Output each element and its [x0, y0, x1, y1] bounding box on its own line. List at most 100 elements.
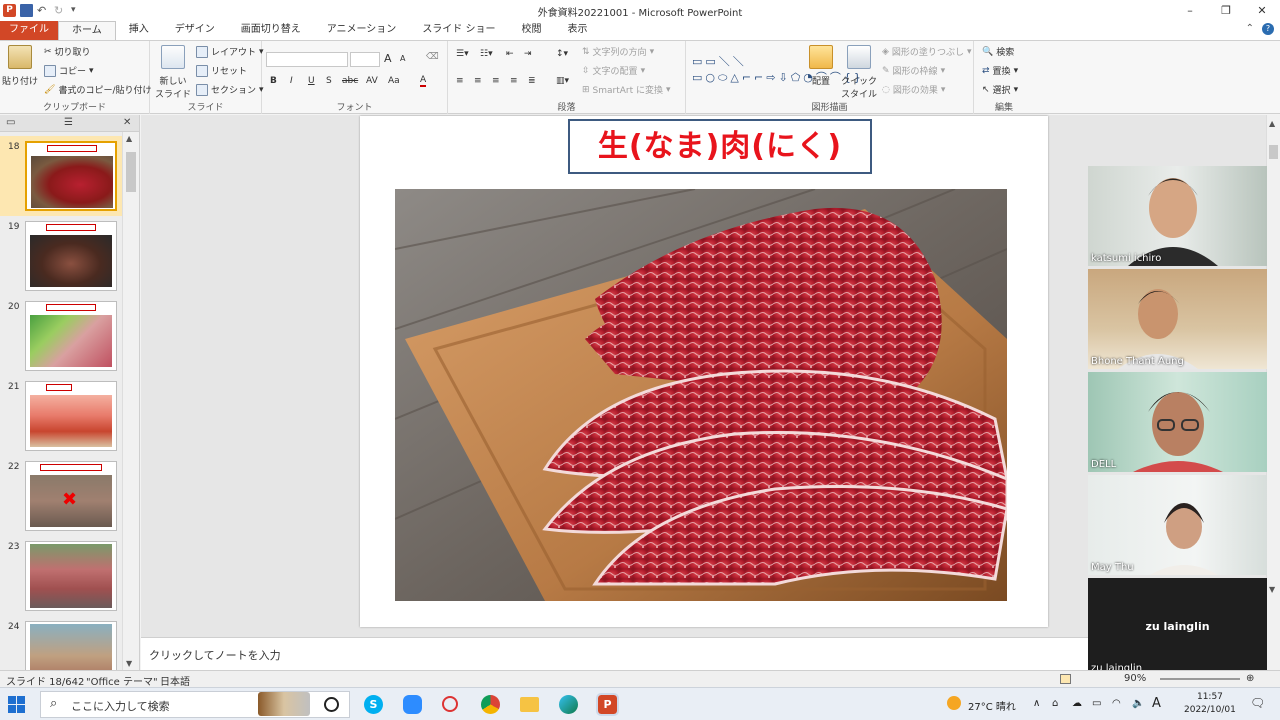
text-direction-button[interactable]: ⇅ 文字列の方向 ▾ [582, 45, 654, 59]
quick-styles-button[interactable]: クイック スタイル [840, 45, 878, 100]
bullets-button[interactable]: ☰▾ [456, 49, 469, 59]
columns-button[interactable]: ▥▾ [556, 76, 569, 86]
smartart-button[interactable]: ⊞ SmartArt に変換 ▾ [582, 83, 671, 97]
tab-slideshow[interactable]: スライド ショー [409, 21, 508, 40]
thumbnail-scrollbar[interactable]: ▲ ▼ [122, 132, 139, 670]
snipping-tool-icon[interactable] [442, 696, 458, 712]
participant-video-tile[interactable]: DELL [1088, 372, 1267, 472]
arrange-button[interactable]: 配置 [806, 45, 836, 87]
grow-font-button[interactable]: A [384, 52, 392, 65]
normal-view-icon[interactable] [1060, 674, 1071, 684]
tab-insert[interactable]: 挿入 [116, 21, 162, 40]
slides-tab-icon[interactable]: ▭ [6, 117, 15, 128]
participant-video-tile[interactable]: Bhone Thant Aung [1088, 269, 1267, 369]
zoom-app-icon[interactable] [403, 695, 422, 714]
restore-button[interactable]: ❐ [1208, 0, 1244, 21]
layout-button[interactable]: レイアウト ▾ [196, 45, 264, 58]
tab-file[interactable]: ファイル [0, 21, 58, 40]
help-icon[interactable]: ? [1262, 23, 1274, 35]
strikethrough-button[interactable]: abc [342, 76, 358, 86]
copy-button[interactable]: コピー ▾ [44, 64, 94, 77]
new-slide-button[interactable]: 新しい スライド [154, 45, 192, 100]
slide-thumbnail[interactable]: 22 ✖ [0, 456, 122, 536]
participant-video-tile[interactable]: zu lainglin zu lainglin [1088, 578, 1267, 676]
cut-button[interactable]: ✂ 切り取り [44, 45, 91, 59]
zoom-level[interactable]: 90% [1124, 673, 1146, 684]
distribute-button[interactable]: ≣ [528, 76, 536, 86]
select-button[interactable]: ↖ 選択 ▾ [982, 83, 1018, 97]
participant-video-tile[interactable]: katsumi ichiro [1088, 166, 1267, 266]
close-button[interactable]: ✕ [1244, 0, 1280, 21]
ime-mode[interactable]: A [1152, 696, 1161, 711]
system-clock[interactable]: 11:57 2022/10/01 [1184, 691, 1236, 717]
italic-button[interactable]: I [290, 76, 293, 86]
weather-sun-icon[interactable] [947, 696, 961, 710]
tab-design[interactable]: デザイン [162, 21, 228, 40]
windows-start-icon[interactable] [8, 696, 25, 713]
volume-icon[interactable]: 🔈 [1132, 698, 1144, 709]
clear-format-icon[interactable]: ⌫ [426, 52, 439, 62]
language-indicator[interactable]: 日本語 [160, 673, 190, 688]
increase-indent-button[interactable]: ⇥ [524, 49, 532, 59]
file-explorer-icon[interactable] [520, 697, 539, 712]
chrome-icon[interactable] [481, 695, 500, 714]
wifi-icon[interactable]: ◠ [1112, 698, 1121, 709]
slide-title[interactable]: 生(なま)肉(にく) [568, 119, 872, 174]
underline-button[interactable]: U [308, 76, 315, 86]
tab-view[interactable]: 表示 [555, 21, 601, 40]
scroll-up-icon[interactable]: ▲ [126, 134, 132, 143]
section-button[interactable]: セクション ▾ [196, 83, 264, 96]
slide-thumbnail[interactable]: 21 [0, 376, 122, 456]
slide-thumbnail[interactable]: 20 [0, 296, 122, 376]
align-right-button[interactable]: ≡ [492, 76, 500, 86]
outline-tab-icon[interactable]: ☰ [64, 117, 73, 128]
replace-button[interactable]: ⇄ 置換 ▾ [982, 64, 1018, 78]
scroll-thumb[interactable] [1269, 145, 1278, 159]
skype-icon[interactable]: S [364, 695, 383, 714]
raw-meat-photo[interactable] [395, 189, 1007, 601]
justify-button[interactable]: ≡ [510, 76, 518, 86]
minimize-button[interactable]: – [1172, 0, 1208, 21]
line-spacing-button[interactable]: ↕▾ [556, 49, 568, 59]
edge-icon[interactable] [559, 695, 578, 714]
char-spacing-button[interactable]: AV [366, 76, 378, 86]
align-text-button[interactable]: ⇳ 文字の配置 ▾ [582, 64, 645, 78]
redo-icon[interactable]: ↻ [54, 4, 67, 17]
participant-video-tile[interactable]: May Thu [1088, 475, 1267, 575]
find-button[interactable]: 🔍 検索 [982, 45, 1014, 59]
tab-transitions[interactable]: 画面切り替え [228, 21, 314, 40]
numbering-button[interactable]: ☷▾ [480, 49, 493, 59]
align-left-button[interactable]: ≡ [456, 76, 464, 86]
tab-review[interactable]: 校閲 [509, 21, 555, 40]
paste-button[interactable]: 貼り付け [2, 45, 38, 87]
undo-icon[interactable]: ↶ [37, 4, 50, 17]
weather-text[interactable]: 27°C 晴れ [968, 698, 1016, 713]
scroll-up-icon[interactable]: ▲ [1269, 119, 1275, 128]
coffee-teapot-widget-icon[interactable] [258, 692, 310, 716]
cortana-icon[interactable] [324, 697, 339, 712]
show-hidden-icons[interactable]: ∧ [1033, 698, 1040, 709]
align-center-button[interactable]: ≡ [474, 76, 482, 86]
current-slide[interactable]: 生(なま)肉(にく) [360, 116, 1048, 627]
bold-button[interactable]: B [270, 76, 277, 86]
zoom-in-icon[interactable]: ⊕ [1246, 673, 1254, 684]
slide-thumbnail[interactable]: 24 [0, 616, 122, 670]
close-panel-icon[interactable]: ✕ [123, 117, 131, 128]
notes-pane[interactable]: クリックしてノートを入力 [141, 637, 1088, 670]
tab-animations[interactable]: アニメーション [314, 21, 410, 40]
onedrive-icon[interactable]: ☁ [1072, 698, 1082, 709]
shapes-gallery[interactable]: ▭▭＼＼▭○⬭△⌐⌐⇨⇩⬠◔⌒⌒{} [692, 44, 861, 96]
shape-effects-button[interactable]: ◌ 図形の効果 ▾ [882, 83, 945, 97]
change-case-button[interactable]: Aa [388, 76, 400, 86]
powerpoint-taskbar-icon[interactable]: P [596, 693, 619, 716]
network-icon[interactable]: ⌂ [1052, 698, 1058, 709]
zoom-slider[interactable] [1160, 678, 1240, 680]
slide-thumbnail[interactable]: 23 [0, 536, 122, 616]
customize-qat-icon[interactable]: ▾ [71, 4, 84, 17]
font-name-combo[interactable] [266, 52, 348, 67]
minimize-ribbon-icon[interactable]: ⌃ [1246, 23, 1254, 35]
font-size-combo[interactable] [350, 52, 380, 67]
scroll-thumb[interactable] [126, 152, 136, 192]
notification-icon[interactable]: 🗨 [1250, 696, 1265, 710]
slide-thumbnail[interactable]: 19 [0, 216, 122, 296]
